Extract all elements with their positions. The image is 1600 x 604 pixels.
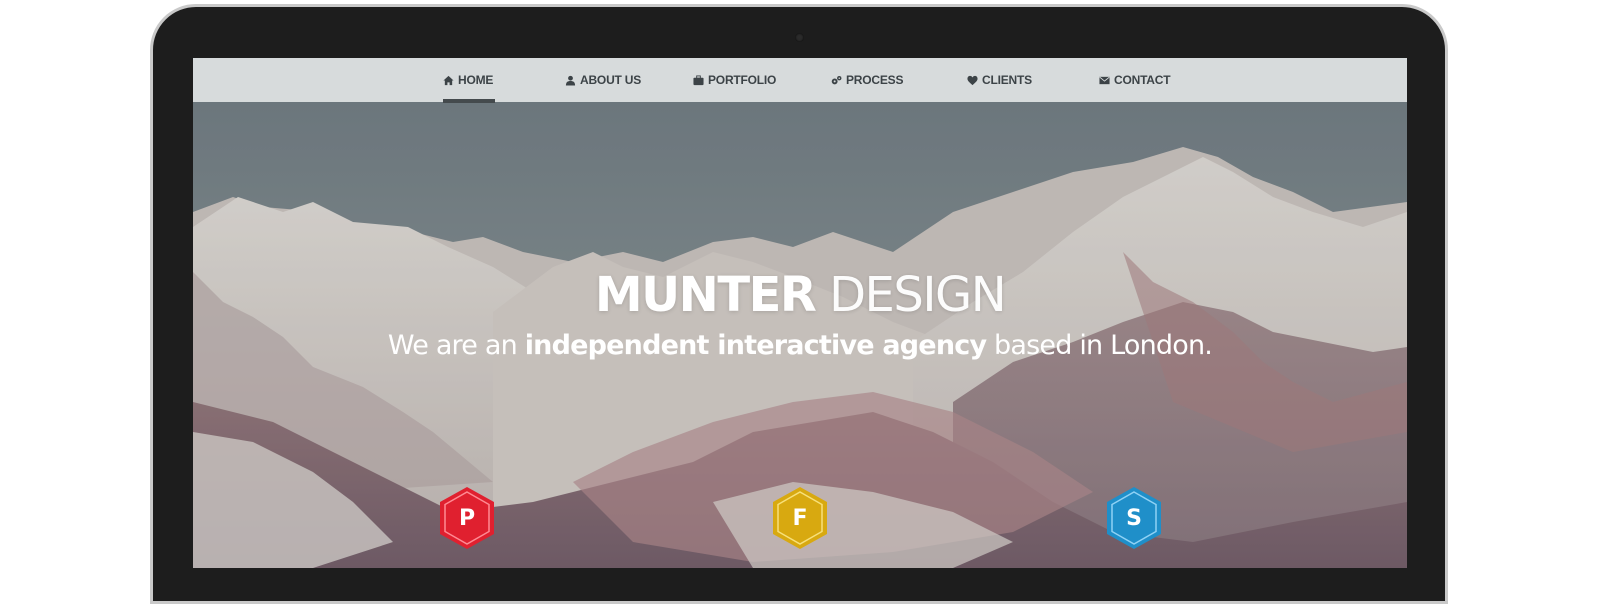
nav-process-label: PROCESS [846,73,904,87]
home-icon [443,75,454,85]
nav-about-us-label: ABOUT US [580,73,642,87]
nav-clients[interactable]: CLIENTS [967,66,1032,94]
nav-home[interactable]: HOME [443,66,496,103]
badge-s-letter: S [1126,505,1142,531]
top-navbar: HOME ABOUT US PORTFOLIO PROCESS CLIENTS … [193,58,1407,103]
nav-process[interactable]: PROCESS [831,66,903,94]
user-icon [565,75,576,86]
laptop-screen: HOME ABOUT US PORTFOLIO PROCESS CLIENTS … [193,58,1407,568]
heart-icon [967,75,978,85]
hero-title-light: DESIGN [829,267,1007,323]
hero-subtitle-bold: independent interactive agency [524,330,987,361]
badge-p-letter: P [458,505,476,531]
nav-contact[interactable]: CONTACT [1099,66,1171,94]
nav-home-label: HOME [458,73,494,87]
nav-portfolio-label: PORTFOLIO [708,73,777,87]
envelope-icon [1099,76,1110,84]
briefcase-icon [693,74,704,85]
badge-f[interactable]: F [769,485,831,551]
nav-about-us[interactable]: ABOUT US [565,66,641,94]
gears-icon [831,75,842,84]
nav-clients-label: CLIENTS [982,73,1032,87]
nav-contact-label: CONTACT [1114,73,1171,87]
nav-portfolio[interactable]: PORTFOLIO [693,66,776,94]
hero-title: MUNTER DESIGN [193,267,1407,323]
webcam [795,33,804,42]
hero-subtitle: We are an independent interactive agency… [193,330,1407,361]
badge-p[interactable]: P [436,485,498,551]
badge-s[interactable]: S [1103,485,1165,551]
hero-subtitle-pre: We are an [387,330,525,361]
hero-subtitle-post: based in London. [986,330,1213,361]
hero-title-strong: MUNTER [594,267,817,323]
badge-f-letter: F [792,505,808,531]
